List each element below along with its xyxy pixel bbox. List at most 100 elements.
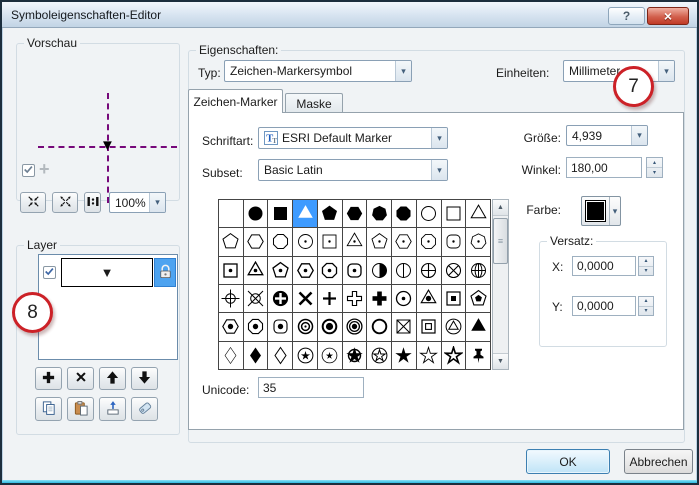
offset-y-spinner[interactable]: ▴ ▾ xyxy=(638,296,654,316)
glyph-cell[interactable] xyxy=(343,228,367,255)
glyph-cell[interactable] xyxy=(268,285,292,312)
cancel-button[interactable]: Abbrechen xyxy=(624,449,693,474)
glyph-cell[interactable] xyxy=(392,313,416,340)
color-picker-button[interactable]: ▾ xyxy=(581,196,621,226)
glyph-grid-scrollbar[interactable]: ▲ ≡ ▼ xyxy=(492,199,509,370)
glyph-cell[interactable] xyxy=(466,228,490,255)
glyph-cell[interactable] xyxy=(293,313,317,340)
add-layer-button[interactable] xyxy=(35,367,62,390)
scrollbar-thumb[interactable]: ≡ xyxy=(493,218,508,264)
glyph-cell[interactable] xyxy=(244,228,268,255)
glyph-cell[interactable] xyxy=(343,313,367,340)
glyph-cell[interactable] xyxy=(244,200,268,227)
delete-layer-button[interactable] xyxy=(67,367,94,390)
glyph-cell[interactable] xyxy=(442,342,466,369)
glyph-cell[interactable] xyxy=(293,228,317,255)
glyph-cell[interactable] xyxy=(219,257,243,284)
glyph-cell[interactable] xyxy=(244,313,268,340)
glyph-cell[interactable] xyxy=(293,285,317,312)
glyph-cell[interactable] xyxy=(219,200,243,227)
copy-layer-button[interactable] xyxy=(35,397,62,421)
unicode-input[interactable] xyxy=(258,377,364,398)
glyph-cell[interactable] xyxy=(442,200,466,227)
ok-button[interactable]: OK xyxy=(526,449,610,474)
font-combo[interactable]: TT ESRI Default Marker ▾ xyxy=(258,127,448,149)
glyph-cell[interactable] xyxy=(367,228,391,255)
glyph-cell[interactable] xyxy=(293,342,317,369)
glyph-cell[interactable] xyxy=(268,257,292,284)
size-combo[interactable]: 4,939 ▾ xyxy=(566,125,648,146)
tab-maske[interactable]: Maske xyxy=(285,93,343,113)
glyph-cell[interactable] xyxy=(318,285,342,312)
glyph-cell[interactable] xyxy=(219,228,243,255)
glyph-cell[interactable] xyxy=(318,228,342,255)
glyph-cell[interactable] xyxy=(268,228,292,255)
glyph-cell[interactable] xyxy=(244,285,268,312)
glyph-cell[interactable] xyxy=(367,285,391,312)
glyph-cell[interactable] xyxy=(392,285,416,312)
offset-x-spinner[interactable]: ▴ ▾ xyxy=(638,256,654,276)
glyph-cell[interactable] xyxy=(417,313,441,340)
glyph-cell[interactable] xyxy=(417,200,441,227)
layer-list[interactable]: ▼ xyxy=(38,254,178,360)
glyph-cell[interactable] xyxy=(392,228,416,255)
glyph-cell[interactable] xyxy=(318,342,342,369)
angle-spinner[interactable]: ▴ ▾ xyxy=(646,157,663,178)
preview-enable-checkbox[interactable] xyxy=(22,164,35,177)
zoom-to-fit-button[interactable] xyxy=(20,192,46,213)
glyph-cell[interactable] xyxy=(268,200,292,227)
load-symbol-button[interactable] xyxy=(99,397,126,421)
glyph-cell[interactable] xyxy=(367,257,391,284)
glyph-cell[interactable] xyxy=(442,228,466,255)
layer-visibility-checkbox[interactable] xyxy=(43,266,56,279)
paste-layer-button[interactable] xyxy=(67,397,94,421)
help-button[interactable]: ? xyxy=(608,7,645,25)
layer-symbol-patch[interactable]: ▼ xyxy=(61,258,153,287)
tab-zeichen-marker[interactable]: Zeichen-Marker xyxy=(188,89,283,113)
glyph-cell[interactable] xyxy=(466,257,490,284)
glyph-cell[interactable] xyxy=(343,285,367,312)
glyph-cell[interactable] xyxy=(343,342,367,369)
tag-button[interactable] xyxy=(131,397,158,421)
glyph-cell[interactable] xyxy=(417,285,441,312)
move-layer-down-button[interactable] xyxy=(131,367,158,390)
glyph-cell[interactable] xyxy=(417,342,441,369)
glyph-cell[interactable] xyxy=(417,228,441,255)
glyph-cell[interactable] xyxy=(367,200,391,227)
close-button[interactable]: × xyxy=(647,7,689,25)
glyph-cell[interactable] xyxy=(293,257,317,284)
glyph-cell[interactable] xyxy=(343,200,367,227)
glyph-cell[interactable] xyxy=(318,257,342,284)
glyph-cell[interactable] xyxy=(392,342,416,369)
glyph-cell[interactable] xyxy=(466,285,490,312)
titlebar[interactable]: Symboleigenschaften-Editor ? × xyxy=(2,2,697,28)
glyph-cell[interactable] xyxy=(293,200,317,227)
zoom-level-combo[interactable]: 100% ▾ xyxy=(109,192,166,213)
glyph-cell[interactable] xyxy=(466,313,490,340)
scroll-down-button[interactable]: ▼ xyxy=(493,353,508,369)
glyph-cell[interactable] xyxy=(367,313,391,340)
glyph-cell[interactable] xyxy=(318,313,342,340)
layer-lock-button[interactable] xyxy=(154,258,176,287)
move-layer-up-button[interactable] xyxy=(99,367,126,390)
glyph-cell[interactable] xyxy=(219,313,243,340)
actual-size-button[interactable] xyxy=(84,192,101,213)
zoom-full-button[interactable] xyxy=(52,192,78,213)
glyph-cell[interactable] xyxy=(268,313,292,340)
glyph-cell[interactable] xyxy=(442,257,466,284)
glyph-cell[interactable] xyxy=(392,257,416,284)
glyph-cell[interactable] xyxy=(392,200,416,227)
glyph-cell[interactable] xyxy=(244,342,268,369)
scroll-up-button[interactable]: ▲ xyxy=(493,200,508,216)
offset-y-input[interactable] xyxy=(572,296,636,316)
glyph-cell[interactable] xyxy=(417,257,441,284)
glyph-cell[interactable] xyxy=(318,200,342,227)
glyph-cell[interactable] xyxy=(466,342,490,369)
type-combo[interactable]: Zeichen-Markersymbol ▾ xyxy=(224,60,412,82)
glyph-cell[interactable] xyxy=(466,200,490,227)
glyph-cell[interactable] xyxy=(442,285,466,312)
angle-input[interactable] xyxy=(566,157,642,178)
glyph-cell[interactable] xyxy=(343,257,367,284)
offset-x-input[interactable] xyxy=(572,256,636,276)
glyph-cell[interactable] xyxy=(268,342,292,369)
